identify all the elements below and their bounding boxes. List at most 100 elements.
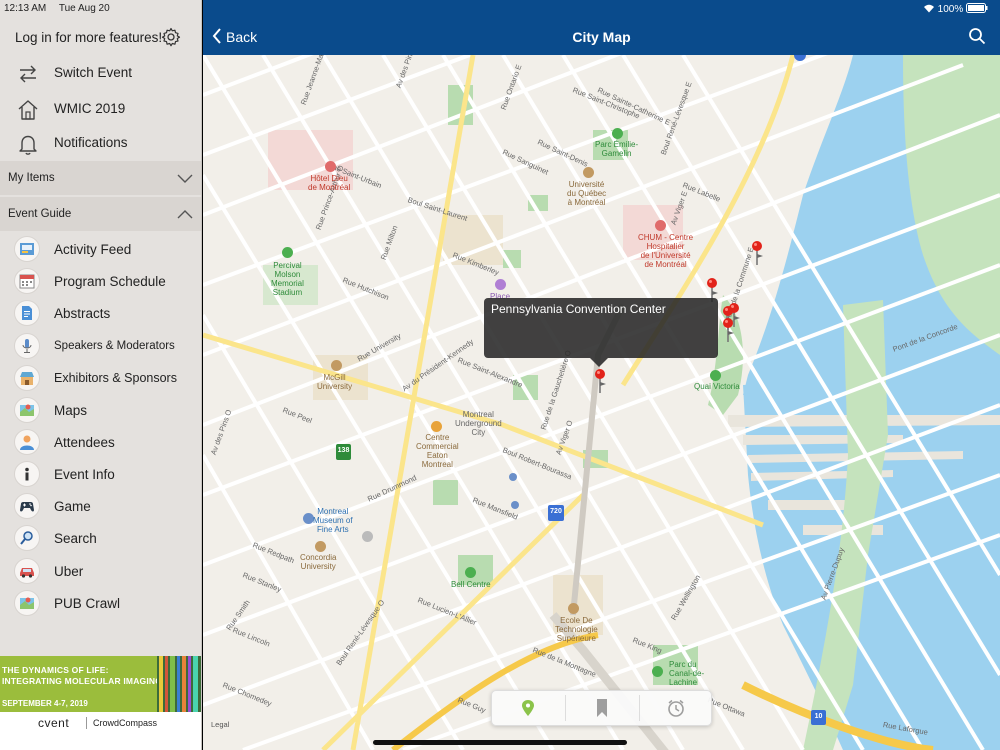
sidebar-item-notifications[interactable]: Notifications bbox=[0, 126, 201, 160]
sidebar-item-maps[interactable]: Maps bbox=[0, 394, 201, 426]
banner-line-3: SEPTEMBER 4-7, 2019 bbox=[2, 699, 88, 708]
poi-line: Eaton bbox=[426, 451, 448, 460]
sidebar-item-label: Maps bbox=[54, 403, 88, 418]
sidebar-item-uber[interactable]: Uber bbox=[0, 555, 201, 587]
sidebar-item-label: Event Info bbox=[54, 467, 115, 482]
sidebar-item-search[interactable]: Search bbox=[0, 522, 201, 554]
login-label[interactable]: Log in for more features! bbox=[15, 30, 162, 45]
shopping-icon bbox=[431, 421, 442, 432]
nav-bar: 100% Back City Map bbox=[203, 0, 1000, 55]
sidebar-item-exhibitors-sponsors[interactable]: Exhibitors & Sponsors bbox=[0, 362, 201, 394]
people-icon bbox=[14, 429, 40, 455]
sidebar-item-label: Activity Feed bbox=[54, 242, 132, 257]
section-label: My Items bbox=[8, 172, 55, 184]
gear-icon[interactable] bbox=[161, 27, 181, 47]
sidebar-item-label: Exhibitors & Sponsors bbox=[54, 371, 177, 385]
banner-artwork bbox=[157, 656, 201, 712]
metro-icon bbox=[509, 473, 517, 481]
location-pin-icon bbox=[522, 700, 534, 716]
poi-line: Stadium bbox=[272, 288, 303, 297]
pin-callout[interactable]: Pennsylvania Convention Center bbox=[484, 298, 718, 358]
cvent-logo: cvent bbox=[38, 716, 70, 730]
poi-label: McGill University bbox=[317, 373, 352, 391]
bookmark-tab-button[interactable] bbox=[566, 691, 639, 725]
poi-line: Hospitalier bbox=[646, 242, 685, 251]
poi-line: Commercial bbox=[416, 442, 459, 451]
poi-line: Technologie bbox=[555, 625, 598, 634]
poi-label: Ecole De Technologie Supérieure bbox=[555, 616, 598, 643]
sidebar-item-label: Notifications bbox=[54, 135, 128, 150]
battery-icon bbox=[966, 3, 988, 13]
poi-line: University bbox=[317, 382, 353, 391]
main-panel: 100% Back City Map Rue Saint-Urbain Boul… bbox=[203, 0, 1000, 750]
sidebar-item-pub-crawl[interactable]: PUB Crawl bbox=[0, 587, 201, 619]
car-icon bbox=[14, 558, 40, 584]
university-icon bbox=[583, 167, 594, 178]
place-icon bbox=[495, 279, 506, 290]
banner-line-1: THE DYNAMICS OF LIFE: bbox=[2, 665, 109, 675]
university-icon bbox=[331, 360, 342, 371]
poi-label: Concordia University bbox=[300, 553, 336, 571]
sidebar-item-activity-feed[interactable]: Activity Feed bbox=[0, 233, 201, 265]
home-icon bbox=[18, 100, 38, 120]
poi-line: du Québec bbox=[567, 189, 607, 198]
poi-line: Canal-de- bbox=[669, 669, 705, 678]
arena-icon bbox=[465, 567, 476, 578]
poi-line: Ecole De bbox=[560, 616, 593, 625]
sidebar-item-wmic-2019[interactable]: WMIC 2019 bbox=[0, 92, 201, 126]
battery-percent: 100% bbox=[937, 4, 964, 15]
magnifier-icon bbox=[14, 525, 40, 551]
home-indicator[interactable] bbox=[373, 740, 627, 745]
wifi-icon bbox=[923, 4, 934, 13]
place-icon bbox=[362, 531, 373, 542]
bell-icon bbox=[19, 135, 37, 155]
highway-138-badge: 138 bbox=[336, 444, 351, 460]
poi-line: de Montréal bbox=[644, 260, 687, 269]
sidebar-item-game[interactable]: Game bbox=[0, 490, 201, 522]
poi-label: Hôtel Dieu de Montréal bbox=[308, 174, 350, 192]
poi-line: Montreal bbox=[421, 460, 453, 469]
event-banner[interactable]: THE DYNAMICS OF LIFE: INTEGRATING MOLECU… bbox=[0, 656, 201, 712]
highway-10-badge: 10 bbox=[811, 710, 826, 725]
gamepad-icon bbox=[14, 493, 40, 519]
sidebar-item-label: Game bbox=[54, 499, 91, 514]
poi-label: Montreal Museum of Fine Arts bbox=[313, 507, 353, 534]
sidebar-item-label: Abstracts bbox=[54, 306, 111, 321]
pin-tab-button[interactable] bbox=[492, 691, 565, 725]
search-icon[interactable] bbox=[968, 27, 986, 45]
callout-title: Pennsylvania Convention Center bbox=[491, 302, 666, 316]
sidebar-item-label: Switch Event bbox=[54, 65, 133, 80]
clock-tab-button[interactable] bbox=[640, 691, 713, 725]
login-row[interactable]: Log in for more features! bbox=[0, 22, 201, 52]
sidebar-item-label: Speakers & Moderators bbox=[54, 340, 175, 352]
poi-line: Fine Arts bbox=[317, 525, 349, 534]
microphone-icon bbox=[14, 333, 40, 359]
section-my-items[interactable]: My Items bbox=[0, 161, 201, 195]
status-bar-right: 100% bbox=[923, 3, 988, 15]
chevron-down-icon bbox=[177, 174, 193, 183]
sidebar-item-abstracts[interactable]: Abstracts bbox=[0, 297, 201, 329]
section-event-guide[interactable]: Event Guide bbox=[0, 197, 201, 231]
document-icon bbox=[14, 300, 40, 326]
map-icon bbox=[14, 590, 40, 616]
sidebar-item-switch-event[interactable]: Switch Event bbox=[0, 56, 201, 90]
poi-label: Centre Commercial Eaton Montreal bbox=[416, 433, 459, 469]
city-map[interactable]: Rue Saint-Urbain Boul Saint-Laurent Rue … bbox=[203, 55, 1000, 750]
metro-icon bbox=[511, 501, 519, 509]
sidebar-item-event-info[interactable]: Event Info bbox=[0, 458, 201, 490]
bookmark-icon bbox=[597, 699, 607, 717]
sidebar-item-speakers-moderators[interactable]: Speakers & Moderators bbox=[0, 330, 201, 362]
sidebar-item-label: PUB Crawl bbox=[54, 596, 121, 611]
poi-line: Underground bbox=[455, 419, 502, 428]
switch-arrows-icon bbox=[20, 65, 36, 83]
poi-label: CHUM - Centre Hospitalier de l'Université d… bbox=[638, 233, 693, 269]
poi-line: Lachine bbox=[669, 678, 698, 687]
map-pin[interactable] bbox=[751, 240, 763, 266]
sidebar-item-program-schedule[interactable]: Program Schedule bbox=[0, 265, 201, 297]
map-pin[interactable] bbox=[722, 317, 734, 343]
sidebar-item-attendees[interactable]: Attendees bbox=[0, 426, 201, 458]
poi-label: Parc Émilie- Gamelin bbox=[595, 140, 638, 158]
legal-link[interactable]: Legal bbox=[211, 720, 229, 729]
park-icon bbox=[710, 370, 721, 381]
map-pin[interactable] bbox=[594, 368, 606, 394]
